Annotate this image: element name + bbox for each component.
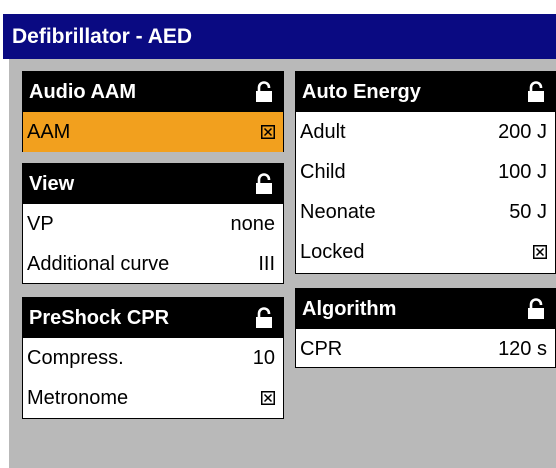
- unlock-icon: [525, 81, 547, 103]
- panel-header-preshock-cpr[interactable]: PreShock CPR: [23, 298, 283, 338]
- window-title: Defibrillator - AED: [3, 14, 556, 59]
- setting-value: 50 J: [509, 200, 547, 223]
- panel-title: Auto Energy: [302, 80, 421, 103]
- settings-area: Audio AAM AAM View VP none Additional cu…: [9, 59, 556, 468]
- unlock-icon: [525, 298, 547, 320]
- setting-value: 10: [252, 346, 275, 369]
- setting-label: Additional curve: [27, 252, 170, 275]
- panel-header-view[interactable]: View: [23, 164, 283, 204]
- defibrillator-screen: Defibrillator - AED Audio AAM AAM View V…: [0, 0, 556, 468]
- setting-label: Metronome: [27, 386, 129, 409]
- setting-row-adult[interactable]: Adult 200 J: [296, 112, 555, 152]
- checkbox-checked-icon[interactable]: [261, 125, 275, 139]
- setting-label: AAM: [27, 120, 71, 143]
- setting-row-aam[interactable]: AAM: [23, 112, 283, 152]
- panel-header-auto-energy[interactable]: Auto Energy: [296, 72, 555, 112]
- panel-header-algorithm[interactable]: Algorithm: [296, 289, 555, 329]
- setting-row-neonate[interactable]: Neonate 50 J: [296, 192, 555, 232]
- setting-label: Neonate: [300, 200, 376, 223]
- panel-algorithm: Algorithm CPR 120 s: [295, 288, 556, 368]
- setting-value: III: [258, 252, 275, 275]
- setting-row-child[interactable]: Child 100 J: [296, 152, 555, 192]
- setting-value: 100 J: [498, 160, 547, 183]
- setting-label: Compress.: [27, 346, 124, 369]
- setting-row-cpr[interactable]: CPR 120 s: [296, 329, 555, 369]
- setting-row-vp[interactable]: VP none: [23, 204, 283, 244]
- setting-row-additional-curve[interactable]: Additional curve III: [23, 244, 283, 284]
- checkbox-checked-icon[interactable]: [261, 391, 275, 405]
- checkbox-checked-icon[interactable]: [533, 245, 547, 259]
- setting-label: Child: [300, 160, 346, 183]
- setting-label: Adult: [300, 120, 346, 143]
- setting-row-locked[interactable]: Locked: [296, 232, 555, 272]
- unlock-icon: [253, 307, 275, 329]
- setting-row-metronome[interactable]: Metronome: [23, 378, 283, 418]
- panel-preshock-cpr: PreShock CPR Compress. 10 Metronome: [22, 297, 284, 419]
- unlock-icon: [253, 81, 275, 103]
- setting-value: 120 s: [498, 337, 547, 360]
- panel-title: Audio AAM: [29, 80, 137, 103]
- setting-value: none: [230, 212, 276, 235]
- panel-title: Algorithm: [302, 297, 397, 320]
- setting-label: Locked: [300, 240, 365, 263]
- panel-audio-aam: Audio AAM AAM: [22, 71, 284, 152]
- setting-label: VP: [27, 212, 54, 235]
- panel-title: PreShock CPR: [29, 306, 170, 329]
- panel-auto-energy: Auto Energy Adult 200 J Child 100 J Neon…: [295, 71, 556, 274]
- panel-view: View VP none Additional curve III: [22, 163, 284, 284]
- setting-value: 200 J: [498, 120, 547, 143]
- panel-title: View: [29, 172, 75, 195]
- setting-row-compress[interactable]: Compress. 10: [23, 338, 283, 378]
- unlock-icon: [253, 173, 275, 195]
- panel-header-audio-aam[interactable]: Audio AAM: [23, 72, 283, 112]
- setting-label: CPR: [300, 337, 343, 360]
